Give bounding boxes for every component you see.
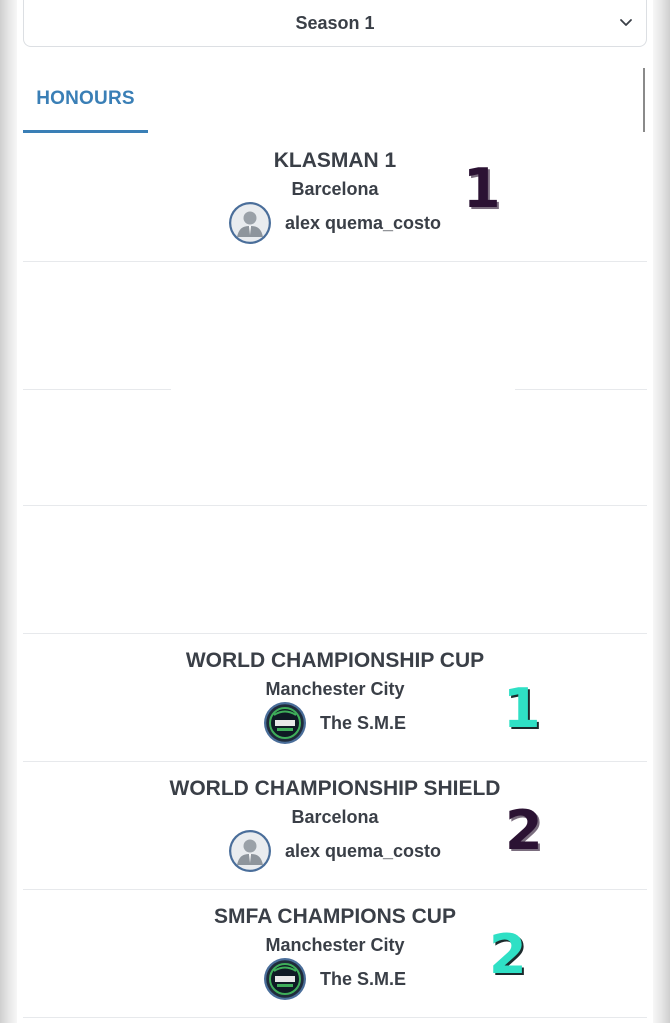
honour-manager-name: alex quema_costo <box>284 840 442 861</box>
season-select[interactable]: Season 1 <box>23 0 647 47</box>
honour-club[interactable]: Manchester City <box>23 935 647 956</box>
default-user-avatar-icon <box>228 830 271 872</box>
season-select-value: Season 1 <box>295 12 375 33</box>
honour-manager-name: The S.M.E <box>319 712 406 733</box>
honour-title: SMFA CHAMPIONS CUP <box>214 905 456 928</box>
honour-club[interactable]: Barcelona <box>23 807 647 828</box>
default-user-avatar-icon <box>228 202 271 244</box>
honour-row: WORLD CHAMPIONSHIP SHIELD Barcelona alex… <box>23 763 647 890</box>
honour-club[interactable]: Barcelona <box>23 179 647 200</box>
divider <box>23 761 647 762</box>
divider <box>23 261 647 262</box>
device-frame-left <box>0 0 17 1023</box>
tab-honours[interactable]: HONOURS <box>23 64 148 133</box>
rank-number: 1 <box>463 157 501 220</box>
honour-title: KLASMAN 1 <box>273 149 397 172</box>
divider <box>515 389 647 390</box>
divider <box>23 889 647 890</box>
honour-manager-name: The S.M.E <box>319 968 406 989</box>
honour-title: WORLD CHAMPIONSHIP CUP <box>185 649 485 672</box>
rank-number: 2 <box>505 799 543 862</box>
tab-honours-label: HONOURS <box>36 87 135 109</box>
honour-row: SMFA CHAMPIONS CUP Manchester City The S… <box>23 891 647 1018</box>
rank-number: 1 <box>503 677 541 740</box>
honour-manager[interactable]: The S.M.E <box>23 957 647 1001</box>
honour-manager[interactable]: The S.M.E <box>23 701 647 745</box>
honour-club[interactable]: Manchester City <box>23 679 647 700</box>
soccer-manager-badge-icon <box>263 958 306 1000</box>
honour-manager[interactable]: alex quema_costo <box>23 829 647 873</box>
chevron-down-icon <box>620 19 632 26</box>
tab-bar: HONOURS <box>23 64 647 134</box>
divider <box>23 633 647 634</box>
honours-page: Season 1 HONOURS KLASMAN 1 Barcelona ale <box>17 0 653 1023</box>
honour-manager-name: alex quema_costo <box>284 212 442 233</box>
active-tab-indicator <box>23 130 148 133</box>
divider <box>23 389 171 390</box>
rank-number: 2 <box>489 923 527 986</box>
divider <box>23 1017 647 1018</box>
soccer-manager-badge-icon <box>263 702 306 744</box>
device-frame-right <box>653 0 670 1023</box>
honour-row: KLASMAN 1 Barcelona alex quema_costo 1 <box>23 135 647 262</box>
honour-title: WORLD CHAMPIONSHIP SHIELD <box>169 777 501 800</box>
tab-scroll-indicator <box>643 68 645 132</box>
honour-manager[interactable]: alex quema_costo <box>23 201 647 245</box>
honour-row: WORLD CHAMPIONSHIP CUP Manchester City T… <box>23 635 647 762</box>
divider <box>23 505 647 506</box>
